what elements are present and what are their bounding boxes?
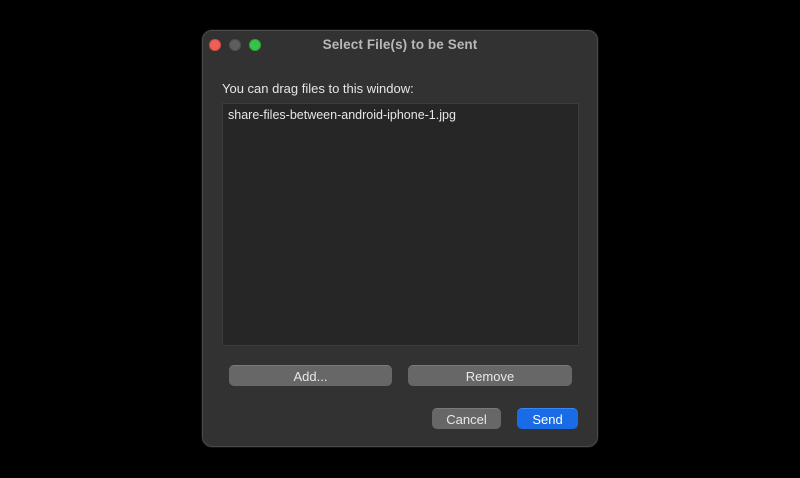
file-drop-list[interactable]: share-files-between-android-iphone-1.jpg [222,103,579,346]
add-button[interactable]: Add... [229,365,392,386]
send-button[interactable]: Send [517,408,578,429]
remove-button[interactable]: Remove [408,365,572,386]
screen-background: Select File(s) to be Sent You can drag f… [0,0,800,478]
select-files-dialog: Select File(s) to be Sent You can drag f… [202,30,598,447]
file-list-item[interactable]: share-files-between-android-iphone-1.jpg [228,107,573,124]
title-bar[interactable]: Select File(s) to be Sent [203,31,597,59]
cancel-button[interactable]: Cancel [432,408,501,429]
window-title: Select File(s) to be Sent [322,37,478,52]
drag-instruction-label: You can drag files to this window: [222,81,414,96]
